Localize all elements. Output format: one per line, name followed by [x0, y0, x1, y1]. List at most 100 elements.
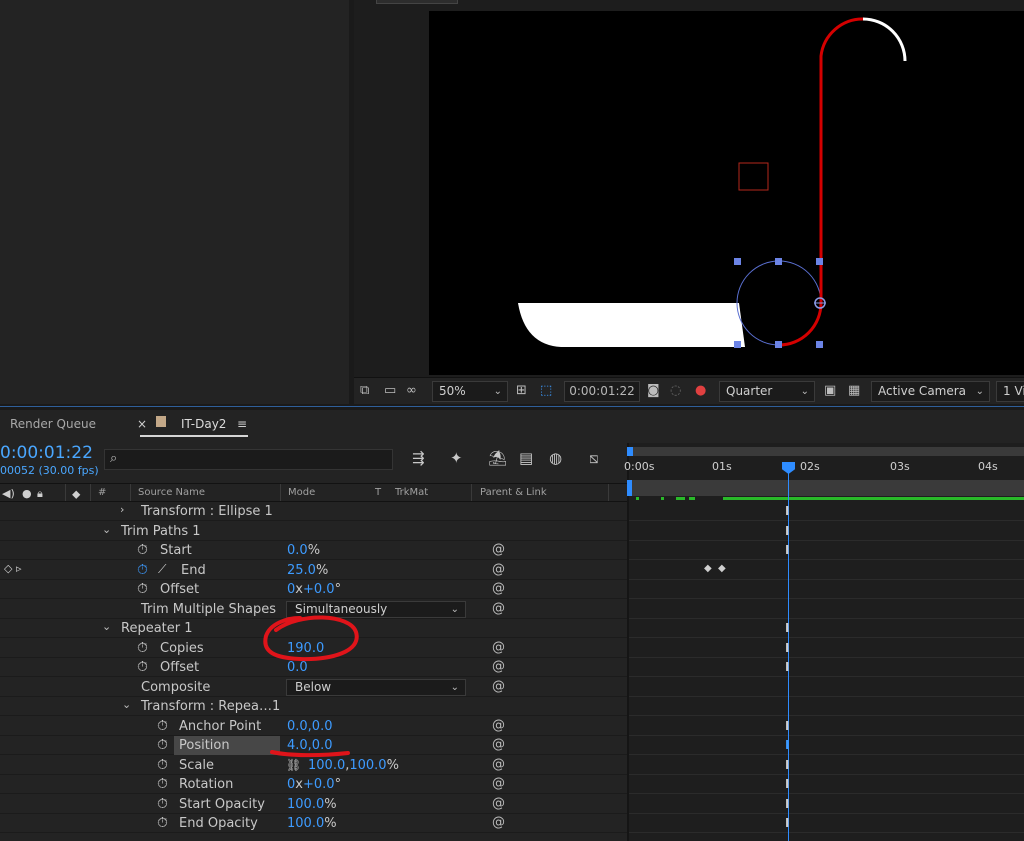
timeline-lane[interactable]: [629, 736, 1024, 755]
resolution-select[interactable]: Quarter ⌄: [719, 381, 815, 402]
list-item-repeater[interactable]: ⌄ Repeater 1: [0, 619, 627, 638]
solo-icon[interactable]: ●: [22, 487, 32, 500]
viewer-tab[interactable]: [376, 0, 458, 4]
pick-whip-icon[interactable]: @: [492, 542, 505, 557]
transparency-grid-icon[interactable]: ▦: [848, 384, 860, 398]
list-item-transform-ellipse[interactable]: › Transform : Ellipse 1: [0, 502, 627, 521]
scale-value[interactable]: 100.0,100.0%: [308, 758, 399, 773]
start-value[interactable]: 0.0%: [287, 543, 320, 558]
list-item-offset-repeater[interactable]: ⏱︎ Offset 0.0 @: [0, 658, 627, 677]
bezier-handles[interactable]: [734, 258, 823, 348]
timeline-lane[interactable]: [629, 502, 1024, 521]
stopwatch-icon[interactable]: ⏱︎: [157, 815, 168, 831]
rotation-value[interactable]: 0x+0.0°: [287, 777, 341, 792]
stopwatch-icon[interactable]: ⏱︎: [137, 640, 148, 656]
close-icon[interactable]: ×: [137, 417, 147, 431]
tab-it-day2[interactable]: IT-Day2: [181, 417, 226, 431]
end-opacity-value[interactable]: 100.0%: [287, 816, 337, 831]
stopwatch-icon[interactable]: ⏱︎: [157, 718, 168, 734]
stopwatch-icon[interactable]: ⏱︎: [157, 796, 168, 812]
list-item-position[interactable]: ⏱︎ Position 4.0,0.0 @: [0, 736, 627, 755]
keyframe-icon[interactable]: ◆: [718, 563, 726, 574]
start-opacity-value[interactable]: 100.0%: [287, 797, 337, 812]
graph-icon[interactable]: ⟋: [158, 562, 166, 577]
grid-guide-icon[interactable]: ⊞: [516, 384, 527, 398]
stopwatch-icon[interactable]: ⏱︎: [157, 757, 168, 773]
show-snapshot-icon[interactable]: ◌: [670, 384, 681, 398]
timeline-lane[interactable]: [629, 755, 1024, 775]
timeline-lane[interactable]: [629, 619, 1024, 638]
pick-whip-icon[interactable]: @: [492, 776, 505, 791]
timeline-lane[interactable]: [629, 560, 1024, 580]
position-value[interactable]: 4.0,0.0: [287, 738, 332, 753]
column-parent[interactable]: Parent & Link: [480, 487, 547, 498]
timeline-lane[interactable]: [629, 599, 1024, 619]
list-item-scale[interactable]: ⏱︎ Scale ⛓︎ 100.0,100.0% @: [0, 755, 627, 775]
views-select[interactable]: 1 Vi: [996, 381, 1024, 402]
list-item-trim-multiple[interactable]: Trim Multiple Shapes Simultaneously ⌄ @: [0, 599, 627, 619]
column-trkmat[interactable]: TrkMat: [395, 487, 428, 498]
copies-value[interactable]: 190.0: [287, 641, 324, 656]
hide-shy-layers-icon[interactable]: ⛱: [488, 450, 507, 466]
magnification-select[interactable]: 50% ⌄: [432, 381, 508, 402]
lock-icon[interactable]: 🔒︎: [37, 487, 43, 501]
timeline-lane[interactable]: [629, 677, 1024, 697]
timeline-lane[interactable]: [629, 833, 1024, 841]
list-item-composite[interactable]: Composite Below ⌄ @: [0, 677, 627, 697]
twirl-open-icon[interactable]: ⌄: [102, 523, 111, 536]
work-area-bar[interactable]: [629, 480, 1024, 496]
timeline-lane[interactable]: [629, 716, 1024, 736]
anchor-value[interactable]: 0.0,0.0: [287, 719, 332, 734]
frame-blending-icon[interactable]: ▤: [519, 450, 533, 466]
keyframe-icon[interactable]: ◆: [704, 563, 712, 574]
list-item-trim-paths[interactable]: ⌄ Trim Paths 1: [0, 521, 627, 541]
timeline-lane[interactable]: [629, 794, 1024, 814]
pick-whip-icon[interactable]: @: [492, 581, 505, 596]
list-item-anchor-point[interactable]: ⏱︎ Anchor Point 0.0,0.0 @: [0, 716, 627, 736]
list-item-end-opacity[interactable]: ⏱︎ End Opacity 100.0% @: [0, 814, 627, 833]
composite-select[interactable]: Below ⌄: [286, 678, 466, 696]
mask-visibility-icon[interactable]: ⬚: [540, 384, 552, 398]
graph-editor-icon[interactable]: ⧅: [589, 450, 599, 466]
pick-whip-icon[interactable]: @: [492, 796, 505, 811]
timeline-lane[interactable]: [629, 638, 1024, 658]
list-item-offset-trim[interactable]: ⏱︎ Offset 0x+0.0° @: [0, 580, 627, 599]
region-of-interest-icon[interactable]: ▣: [824, 384, 836, 398]
list-item-transform-repeater[interactable]: ⌄ Transform : Repea…1: [0, 697, 627, 716]
pick-whip-icon[interactable]: @: [492, 718, 505, 733]
stopwatch-icon[interactable]: ⏱︎: [137, 581, 148, 597]
timeline-lane[interactable]: [629, 697, 1024, 716]
pick-whip-icon[interactable]: @: [492, 659, 505, 674]
timeline-lane[interactable]: [629, 658, 1024, 677]
audio-icon[interactable]: ◀): [2, 487, 15, 500]
camera-select[interactable]: Active Camera ⌄: [871, 381, 990, 402]
stopwatch-icon[interactable]: ⏱︎: [137, 542, 148, 558]
offset-value[interactable]: 0x+0.0°: [287, 582, 341, 597]
stopwatch-active-icon[interactable]: ⏱︎: [137, 562, 148, 578]
list-item-start-opacity[interactable]: ⏱︎ Start Opacity 100.0% @: [0, 794, 627, 814]
pick-whip-icon[interactable]: @: [492, 737, 505, 752]
timeline-lane[interactable]: [629, 775, 1024, 794]
twirl-closed-icon[interactable]: ›: [120, 503, 124, 516]
channel-icon[interactable]: ●: [695, 384, 706, 398]
pick-whip-icon[interactable]: @: [492, 757, 505, 772]
motion-blur-icon[interactable]: ◍: [549, 450, 562, 466]
pick-whip-icon[interactable]: @: [492, 562, 505, 577]
keyframe-nav-icon[interactable]: ◇ ▹: [4, 562, 21, 575]
draft-3d-icon[interactable]: ✦: [450, 450, 463, 466]
end-value[interactable]: 25.0%: [287, 563, 328, 578]
time-navigator-start-handle[interactable]: [627, 447, 633, 456]
tab-render-queue[interactable]: Render Queue: [10, 417, 96, 431]
time-navigator-bar[interactable]: [629, 447, 1024, 456]
current-time-display[interactable]: 0:00:01:22: [0, 443, 93, 463]
stopwatch-icon[interactable]: ⏱︎: [157, 737, 168, 753]
list-item-partial[interactable]: [0, 833, 627, 841]
list-item-rotation[interactable]: ⏱︎ Rotation 0x+0.0° @: [0, 775, 627, 794]
twirl-open-icon[interactable]: ⌄: [102, 620, 111, 633]
pick-whip-icon[interactable]: @: [492, 679, 505, 694]
search-input[interactable]: [104, 449, 393, 470]
stopwatch-icon[interactable]: ⏱︎: [157, 776, 168, 792]
twirl-open-icon[interactable]: ⌄: [122, 698, 131, 711]
pick-whip-icon[interactable]: @: [492, 640, 505, 655]
label-tag-icon[interactable]: ⬥: [72, 487, 80, 502]
